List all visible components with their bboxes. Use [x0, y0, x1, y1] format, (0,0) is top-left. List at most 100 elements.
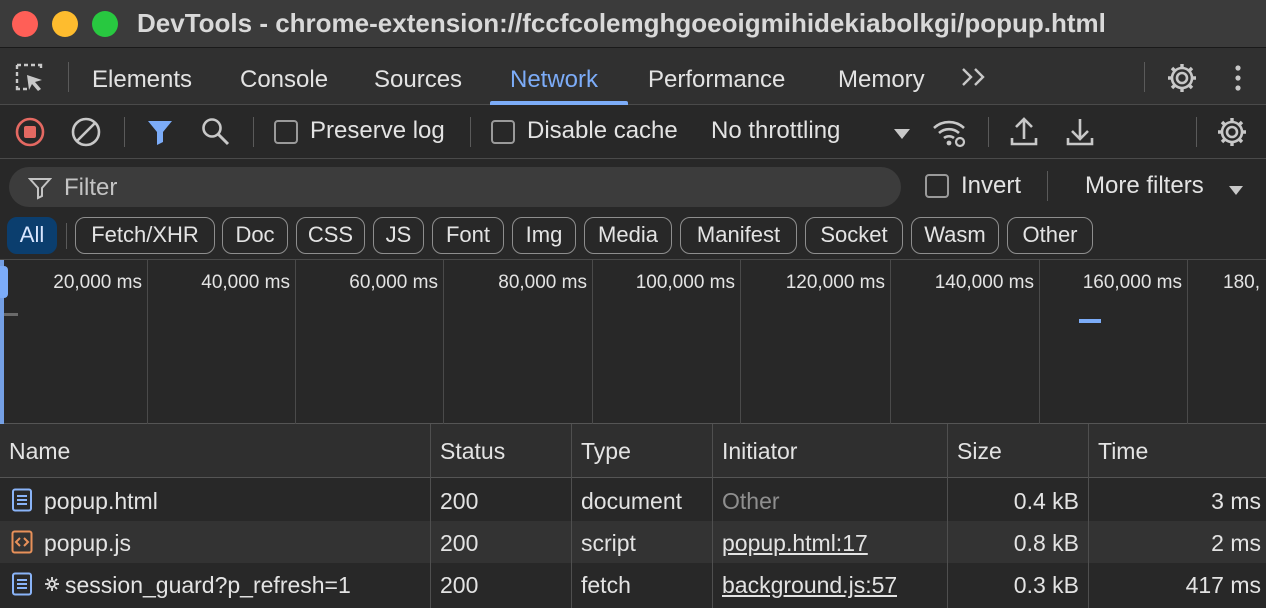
- timeline-tick-label: 140,000 ms: [934, 272, 1034, 293]
- dropdown-triangle-icon[interactable]: [1228, 183, 1244, 201]
- request-status: 200: [440, 488, 479, 514]
- zoom-window-button[interactable]: [92, 11, 118, 37]
- filter-bar: Filter Invert More filters: [0, 159, 1266, 213]
- column-header-initiator[interactable]: Initiator: [713, 424, 797, 478]
- divider: [988, 117, 989, 147]
- settings-gear-icon[interactable]: [1166, 62, 1198, 99]
- timeline-tick-label: 20,000 ms: [53, 272, 142, 293]
- script-icon: [11, 530, 33, 559]
- type-filter-js[interactable]: JS: [373, 217, 424, 254]
- tab-performance[interactable]: Performance: [648, 48, 785, 105]
- timeline-division: 60,000 ms: [296, 260, 444, 424]
- requests-table: Name Status Type Initiator Size Time pop…: [0, 424, 1266, 608]
- tab-console[interactable]: Console: [240, 48, 328, 105]
- timeline-division: 40,000 ms: [148, 260, 296, 424]
- request-status: 200: [440, 530, 479, 556]
- type-filter-media[interactable]: Media: [584, 217, 672, 254]
- more-options-kebab-icon[interactable]: [1228, 64, 1248, 97]
- type-filter-other[interactable]: Other: [1007, 217, 1093, 254]
- record-stop-icon[interactable]: [14, 116, 46, 153]
- request-name: popup.js: [44, 530, 131, 556]
- timeline-division: 120,000 ms: [741, 260, 891, 424]
- type-filter-img[interactable]: Img: [512, 217, 576, 254]
- throttling-select[interactable]: No throttling: [711, 117, 840, 145]
- request-type: script: [581, 530, 636, 556]
- tab-memory[interactable]: Memory: [838, 48, 925, 105]
- column-header-time[interactable]: Time: [1089, 424, 1148, 478]
- tab-network[interactable]: Network: [510, 48, 598, 105]
- inspect-element-icon[interactable]: [14, 62, 46, 99]
- type-filter-wasm[interactable]: Wasm: [911, 217, 999, 254]
- more-tabs-chevron-icon[interactable]: [960, 66, 988, 93]
- table-row[interactable]: session_guard?p_refresh=1 200 fetch back…: [0, 563, 1266, 608]
- timeline-tick-label: 40,000 ms: [201, 272, 290, 293]
- table-row[interactable]: popup.js 200 script popup.html:17 0.8 kB…: [0, 521, 1266, 563]
- export-har-download-icon[interactable]: [1065, 116, 1095, 153]
- tab-sources[interactable]: Sources: [374, 48, 462, 105]
- request-name: popup.html: [44, 488, 158, 514]
- request-initiator-link[interactable]: popup.html:17: [722, 521, 868, 563]
- panel-tabbar: Elements Console Sources Network Perform…: [0, 48, 1266, 105]
- request-time: 2 ms: [1211, 530, 1261, 556]
- network-conditions-wifi-icon[interactable]: [932, 117, 968, 154]
- network-overview-timeline[interactable]: 20,000 ms 40,000 ms 60,000 ms 80,000 ms …: [0, 260, 1266, 424]
- invert-checkbox[interactable]: [925, 174, 949, 198]
- preserve-log-label: Preserve log: [310, 117, 445, 144]
- type-filter-fetch-xhr[interactable]: Fetch/XHR: [75, 217, 215, 254]
- service-worker-gear-icon: [44, 576, 60, 597]
- divider: [124, 117, 125, 147]
- filter-input[interactable]: Filter: [9, 167, 901, 207]
- request-size: 0.3 kB: [1013, 572, 1079, 598]
- column-divider[interactable]: [712, 424, 713, 608]
- divider: [1144, 62, 1145, 92]
- type-filter-socket[interactable]: Socket: [805, 217, 903, 254]
- resource-type-filter-bar: All Fetch/XHR Doc CSS JS Font Img Media …: [0, 213, 1266, 260]
- timeline-division: 80,000 ms: [444, 260, 593, 424]
- type-filter-css[interactable]: CSS: [296, 217, 365, 254]
- invert-label: Invert: [961, 172, 1022, 199]
- clear-log-icon[interactable]: [70, 116, 102, 153]
- close-window-button[interactable]: [12, 11, 38, 37]
- divider: [68, 62, 69, 92]
- document-icon: [11, 572, 33, 601]
- timeline-division: 100,000 ms: [593, 260, 741, 424]
- divider: [66, 223, 67, 249]
- type-filter-manifest[interactable]: Manifest: [680, 217, 797, 254]
- table-row[interactable]: popup.html 200 document Other 0.4 kB 3 m…: [0, 479, 1266, 521]
- request-time: 417 ms: [1185, 572, 1261, 598]
- dropdown-triangle-icon[interactable]: [893, 127, 911, 145]
- column-header-name[interactable]: Name: [0, 424, 70, 478]
- filter-placeholder: Filter: [64, 174, 118, 201]
- filter-funnel-icon[interactable]: [146, 118, 174, 151]
- window-titlebar: DevTools - chrome-extension://fccfcolemg…: [0, 0, 1266, 48]
- request-initiator-link[interactable]: background.js:57: [722, 563, 897, 605]
- request-name: session_guard?p_refresh=1: [65, 572, 351, 598]
- column-header-status[interactable]: Status: [431, 424, 505, 478]
- type-filter-doc[interactable]: Doc: [222, 217, 288, 254]
- column-divider[interactable]: [430, 424, 431, 608]
- type-filter-font[interactable]: Font: [432, 217, 504, 254]
- preserve-log-checkbox[interactable]: [274, 120, 298, 144]
- minimize-window-button[interactable]: [52, 11, 78, 37]
- divider: [470, 117, 471, 147]
- column-header-size[interactable]: Size: [948, 424, 1002, 478]
- request-size: 0.4 kB: [1013, 488, 1079, 514]
- divider: [253, 117, 254, 147]
- tab-elements[interactable]: Elements: [92, 48, 192, 105]
- column-header-type[interactable]: Type: [572, 424, 631, 478]
- column-divider[interactable]: [1088, 424, 1089, 608]
- network-toolbar: Preserve log Disable cache No throttling: [0, 105, 1266, 159]
- more-filters-button[interactable]: More filters: [1085, 172, 1204, 200]
- network-settings-gear-icon[interactable]: [1216, 116, 1248, 153]
- divider: [1196, 117, 1197, 147]
- type-filter-all[interactable]: All: [7, 217, 57, 254]
- column-divider[interactable]: [947, 424, 948, 608]
- timeline-request-bar: [1079, 319, 1101, 323]
- search-icon[interactable]: [200, 116, 232, 153]
- import-har-upload-icon[interactable]: [1009, 116, 1039, 153]
- column-divider[interactable]: [571, 424, 572, 608]
- timeline-tick-label: 100,000 ms: [635, 272, 735, 293]
- disable-cache-checkbox[interactable]: [491, 120, 515, 144]
- timeline-tick-label: 160,000 ms: [1082, 272, 1182, 293]
- request-type: document: [581, 488, 683, 514]
